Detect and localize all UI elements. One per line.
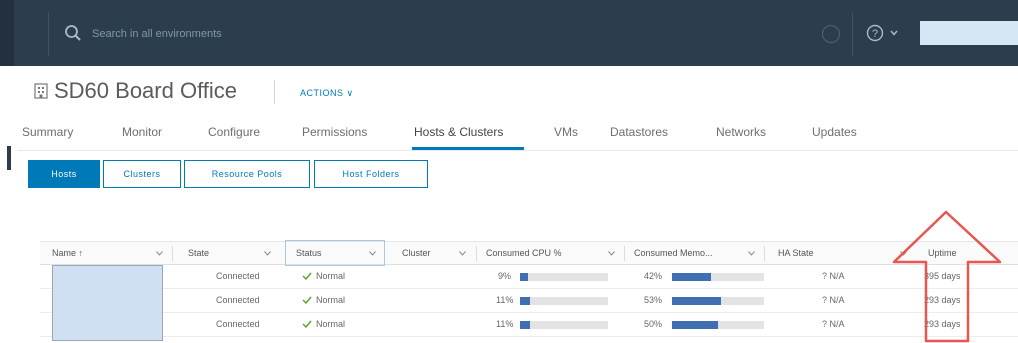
loading-spinner-icon [822, 25, 840, 43]
tab-datastores[interactable]: Datastores [610, 125, 668, 139]
datacenter-icon [34, 83, 48, 99]
subtab-host-folders[interactable]: Host Folders [314, 160, 428, 188]
page-title: SD60 Board Office [54, 78, 238, 103]
memory-cell: 53% [644, 295, 663, 305]
memory-usage-fill [672, 297, 721, 305]
tab-bar-border [18, 150, 1018, 151]
cpu-usage-bar [520, 297, 608, 305]
subtab-clusters[interactable]: Clusters [103, 160, 181, 188]
column-header-cluster[interactable]: Cluster [402, 242, 431, 265]
filter-icon[interactable] [608, 251, 615, 256]
table-row[interactable]: Connected Normal 9% 42% ? N/A 395 days [40, 265, 1018, 289]
cpu-usage-fill [520, 297, 530, 305]
filter-icon[interactable] [264, 251, 271, 256]
memory-usage-bar [672, 321, 764, 329]
memory-usage-fill [672, 273, 711, 281]
tab-updates[interactable]: Updates [812, 125, 857, 139]
tab-networks[interactable]: Networks [716, 125, 766, 139]
top-header: ? [0, 0, 1018, 66]
actions-button[interactable]: ACTIONS ∨ [300, 88, 354, 99]
tab-monitor[interactable]: Monitor [122, 125, 162, 139]
status-cell: Normal [316, 295, 346, 305]
memory-cell: 42% [644, 271, 663, 281]
cpu-cell: 9% [498, 271, 512, 281]
table-row[interactable]: Connected Normal 11% 50% ? N/A 293 days [40, 313, 1018, 337]
cpu-cell: 11% [496, 295, 514, 305]
cpu-usage-bar [520, 321, 608, 329]
status-column-highlight [285, 240, 385, 266]
subtab-hosts[interactable]: Hosts [28, 160, 100, 188]
tab-summary[interactable]: Summary [22, 125, 73, 139]
table-row[interactable]: Connected Normal 11% 53% ? N/A 293 days [40, 289, 1018, 313]
status-cell: Normal [316, 271, 346, 281]
memory-usage-bar [672, 297, 764, 305]
filter-icon[interactable] [459, 251, 466, 256]
title-divider [274, 80, 275, 104]
ha-state-cell: ? N/A [822, 295, 845, 305]
subtab-resource-pools[interactable]: Resource Pools [184, 160, 310, 188]
status-cell: Normal [316, 319, 346, 329]
check-icon [302, 320, 312, 328]
tab-configure[interactable]: Configure [208, 125, 260, 139]
tab-hosts-clusters[interactable]: Hosts & Clusters [414, 125, 503, 139]
ha-state-cell: ? N/A [822, 271, 845, 281]
cpu-usage-fill [520, 273, 528, 281]
state-cell: Connected [216, 271, 260, 281]
column-header-state[interactable]: State [188, 242, 209, 265]
column-separator [764, 246, 765, 261]
column-separator [624, 246, 625, 261]
grid-header: Name ↑ State Status Cluster Consumed CPU… [40, 241, 1018, 265]
chevron-down-icon[interactable] [890, 30, 898, 36]
cpu-usage-bar [520, 273, 608, 281]
help-icon[interactable]: ? [866, 24, 884, 42]
column-header-memory[interactable]: Consumed Memo... [634, 242, 713, 265]
cpu-usage-fill [520, 321, 530, 329]
annotation-arrow-icon [892, 210, 1002, 343]
check-icon [302, 272, 312, 280]
state-cell: Connected [216, 295, 260, 305]
check-icon [302, 296, 312, 304]
column-header-cpu[interactable]: Consumed CPU % [486, 242, 562, 265]
cpu-cell: 11% [496, 319, 514, 329]
memory-cell: 50% [644, 319, 663, 329]
tab-vms[interactable]: VMs [554, 125, 578, 139]
filter-icon[interactable] [156, 251, 163, 256]
redacted-host-names [52, 265, 163, 341]
memory-usage-bar [672, 273, 764, 281]
nav-strip [0, 0, 14, 66]
filter-icon[interactable] [748, 251, 755, 256]
column-separator [172, 246, 173, 261]
tab-permissions[interactable]: Permissions [302, 125, 367, 139]
sidebar-edge [7, 146, 11, 170]
memory-usage-fill [672, 321, 718, 329]
header-divider [48, 12, 49, 56]
search-input[interactable] [92, 25, 392, 43]
search-icon[interactable] [64, 24, 82, 42]
svg-text:?: ? [872, 28, 878, 40]
header-divider [852, 12, 853, 56]
column-header-name[interactable]: Name ↑ [52, 242, 83, 265]
ha-state-cell: ? N/A [822, 319, 845, 329]
column-header-ha-state[interactable]: HA State [778, 242, 814, 265]
column-separator [476, 246, 477, 261]
state-cell: Connected [216, 319, 260, 329]
user-menu[interactable] [920, 21, 1018, 45]
